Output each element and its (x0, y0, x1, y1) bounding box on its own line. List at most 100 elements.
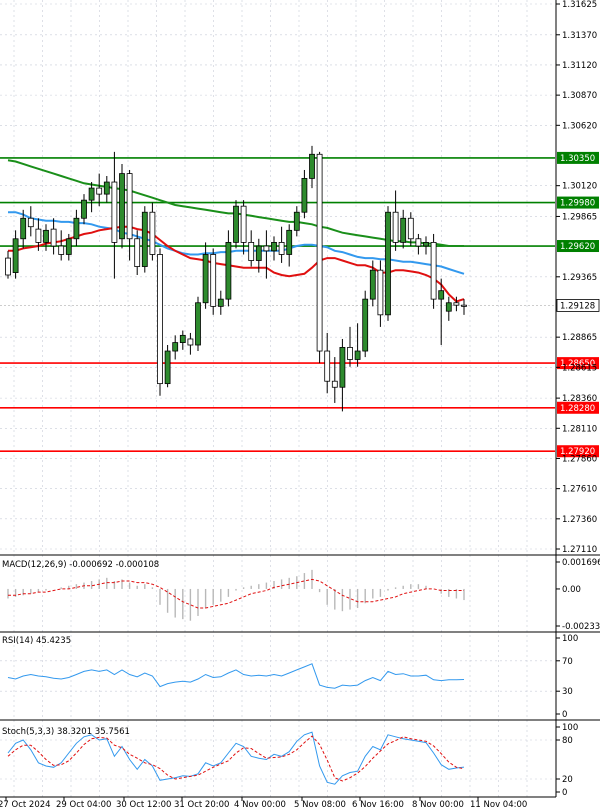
candle-body-up (339, 347, 346, 388)
candle-body-up (400, 217, 407, 243)
candle-body-up (423, 241, 429, 247)
candle-body-up (233, 205, 239, 243)
candle-body-up (81, 199, 87, 219)
candle-body-down (263, 245, 270, 252)
price-tick-label: 1.27110 (562, 545, 597, 555)
stoch-label: Stoch(5,3,3) 38.3201 35.7561 (2, 727, 130, 737)
price-tick-label: 1.28360 (562, 394, 597, 404)
candle-body-up (286, 229, 293, 255)
time-tick-label: 8 Nov 00:00 (412, 800, 464, 810)
candle-body-up (119, 173, 125, 240)
rsi-tick-label: 0 (562, 710, 567, 720)
candle-body-down (126, 173, 133, 240)
candle-body-up (103, 181, 110, 195)
candle-body-down (278, 241, 285, 255)
candle-body-down (96, 187, 103, 195)
candle-body-down (111, 181, 118, 243)
price-tick-label: 1.30620 (562, 121, 597, 131)
candle-body-up (164, 350, 171, 385)
candle-body-up (309, 153, 315, 179)
candle-body-down (377, 269, 384, 316)
stoch-tick-label: 0 (562, 788, 567, 798)
stoch-tick-label: 20 (562, 775, 573, 785)
candle-body-down (331, 380, 338, 388)
price-tick-label: 1.27610 (562, 485, 597, 495)
price-tick-label: 1.29865 (562, 212, 597, 222)
candle-body-up (88, 187, 95, 201)
candle-body-down (58, 245, 65, 255)
stoch-tick-label: 100 (562, 723, 578, 733)
price-tick-label: 1.29365 (562, 273, 597, 283)
candle-body-down (187, 338, 194, 346)
candle-body-down (149, 211, 156, 255)
trading-chart: 1.30350 1.29980 1.29620 1.28650 1.28280 1.279… (0, 0, 600, 811)
candle-body-down (35, 228, 42, 243)
time-tick-label: 6 Nov 16:00 (352, 800, 404, 810)
candle-body-up (301, 178, 308, 213)
candle-body-up (438, 290, 445, 300)
price-tick-label: 1.30120 (562, 182, 597, 192)
candle-body-up (271, 241, 277, 252)
candle-body-up (141, 211, 148, 267)
candle-body-up (73, 217, 80, 240)
level-label: 1.30350 (560, 154, 595, 164)
rsi-tick-label: 70 (562, 657, 573, 667)
candle-body-up (202, 254, 209, 304)
indicator-panels: MACD(12,26,9) -0.000692 -0.000108 0.00169… (0, 554, 600, 798)
candle-body-down (240, 205, 247, 243)
price-tick-label: 1.28865 (562, 333, 597, 343)
candle-body-up (217, 298, 224, 307)
candle-body-down (461, 304, 467, 307)
time-tick-label: 31 Oct 20:00 (174, 800, 229, 810)
time-axis: 27 Oct 2024 29 Oct 04:00 30 Oct 12:00 31 Oc… (0, 797, 527, 810)
candle-body-up (362, 298, 369, 352)
candle-body-down (324, 350, 331, 382)
candle-body-down (5, 257, 11, 276)
candle-body-down (415, 238, 422, 247)
macd-tick-label: 0.001696 (562, 558, 600, 568)
macd-label: MACD(12,26,9) -0.000692 -0.000108 (2, 560, 159, 570)
rsi-line (7, 663, 465, 689)
rsi-tick-label: 30 (562, 687, 573, 697)
time-tick-label: 27 Oct 2024 (0, 800, 51, 810)
rsi-tick-label: 100 (562, 634, 578, 644)
price-tick-label: 1.27860 (562, 454, 597, 464)
current-price-label: 1.29128 (560, 301, 595, 311)
candle-body-down (157, 254, 163, 385)
candle-body-down (407, 217, 414, 240)
time-tick-label: 4 Nov 00:00 (234, 800, 286, 810)
macd-signal-line (8, 578, 464, 609)
candle-body-up (255, 245, 262, 261)
time-tick-label: 30 Oct 12:00 (116, 800, 171, 810)
candle-body-down (316, 153, 323, 352)
candle-body-up (195, 302, 201, 346)
candle-body-down (50, 228, 57, 247)
price-tick-label: 1.31120 (562, 61, 597, 71)
price-tick-label: 1.27360 (562, 515, 597, 525)
candle-body-up (385, 211, 391, 316)
macd-tick-label: 0.00 (562, 585, 581, 595)
chart-canvas: 1.303501.299801.296201.286501.282801.279… (0, 0, 600, 810)
candle-body-up (20, 217, 27, 240)
time-tick-label: 11 Nov 04:00 (470, 800, 527, 810)
candle-body-up (65, 238, 72, 255)
candle-body-up (172, 342, 179, 352)
price-tick-label: 1.28110 (562, 424, 597, 434)
time-tick-label: 29 Oct 04:00 (56, 800, 111, 810)
candle-body-down (134, 238, 141, 267)
price-tick-label: 1.31625 (562, 0, 597, 10)
level-label: 1.28280 (560, 404, 595, 414)
candle-body-up (293, 211, 300, 231)
candle-body-up (369, 269, 376, 300)
stoch-tick-label: 80 (562, 736, 573, 746)
candle-body-up (12, 238, 19, 273)
candle-body-up (179, 334, 186, 343)
price-tick-label: 1.30870 (562, 91, 597, 101)
candle-body-down (347, 347, 353, 360)
candle-body-up (354, 350, 361, 360)
candle-body-up (43, 229, 49, 243)
candle-body-down (27, 217, 34, 228)
rsi-label: RSI(14) 45.4235 (2, 636, 71, 646)
price-tick-label: 1.31370 (562, 31, 597, 41)
macd-tick-label: -0.002332 (562, 622, 600, 632)
